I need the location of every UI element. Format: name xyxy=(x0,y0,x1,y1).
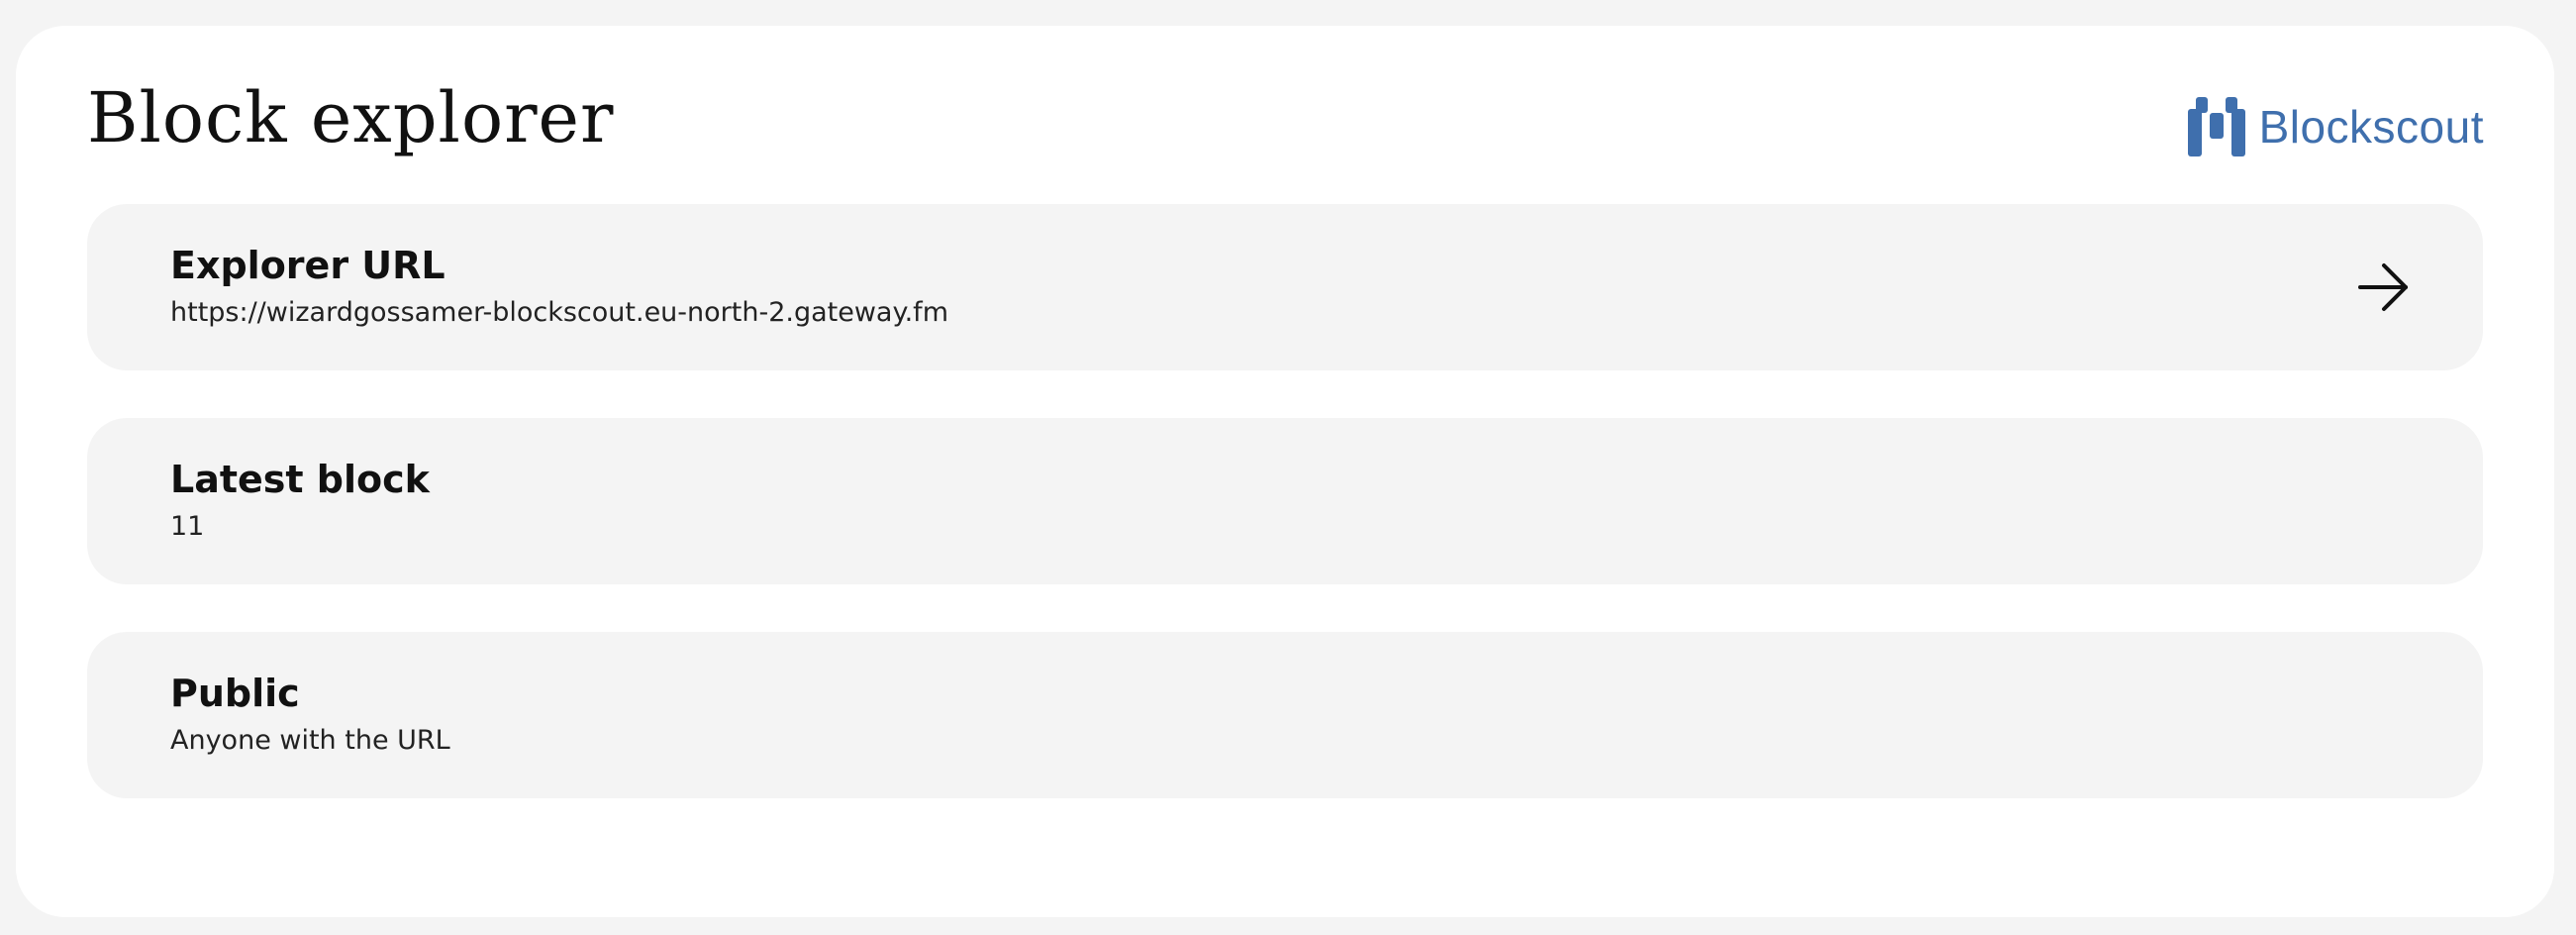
public-title: Public xyxy=(170,672,300,715)
public-card: Public Anyone with the URL xyxy=(87,632,2483,798)
latest-block-title: Latest block xyxy=(170,458,430,501)
blockscout-logo-icon xyxy=(2187,97,2245,156)
latest-block-value: 11 xyxy=(170,511,205,542)
brand: Blockscout xyxy=(2187,97,2484,156)
block-explorer-panel: Block explorer Blockscout Explorer URL h… xyxy=(16,26,2554,917)
explorer-url-title: Explorer URL xyxy=(170,244,446,287)
page-title: Block explorer xyxy=(87,77,615,158)
explorer-url-value: https://wizardgossamer-blockscout.eu-nor… xyxy=(170,297,948,328)
explorer-url-card[interactable]: Explorer URL https://wizardgossamer-bloc… xyxy=(87,204,2483,370)
arrow-right-icon[interactable] xyxy=(2356,261,2412,313)
latest-block-card: Latest block 11 xyxy=(87,418,2483,584)
brand-name: Blockscout xyxy=(2258,101,2484,153)
public-value: Anyone with the URL xyxy=(170,725,450,756)
